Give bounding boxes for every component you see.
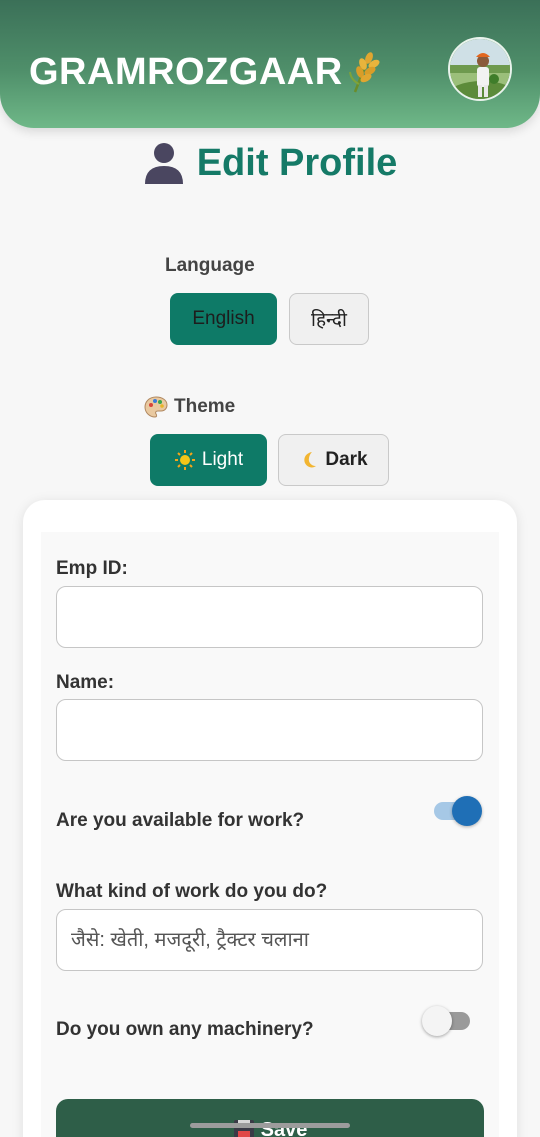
profile-avatar[interactable] bbox=[448, 37, 512, 101]
sun-icon bbox=[174, 450, 195, 470]
emp-id-label: Emp ID: bbox=[56, 558, 128, 579]
language-english-button[interactable]: English bbox=[170, 293, 277, 345]
theme-dark-button[interactable]: Dark bbox=[278, 434, 389, 486]
available-toggle-knob bbox=[452, 796, 482, 826]
name-input[interactable] bbox=[56, 699, 483, 761]
language-label-text: Language bbox=[165, 255, 255, 276]
moon-icon bbox=[304, 452, 317, 468]
language-label: Language bbox=[165, 255, 255, 277]
machinery-toggle[interactable] bbox=[422, 1002, 472, 1036]
wheat-icon bbox=[348, 52, 380, 93]
theme-light-button[interactable]: Light bbox=[150, 434, 267, 486]
work-type-label: What kind of work do you do? bbox=[56, 881, 328, 902]
app-title: GRAMROZGAAR bbox=[29, 50, 383, 94]
machinery-toggle-knob bbox=[422, 1006, 452, 1036]
app-header: GRAMROZGAAR bbox=[0, 0, 540, 128]
name-label: Name: bbox=[56, 672, 115, 693]
available-toggle[interactable] bbox=[434, 792, 482, 826]
farmer-avatar-icon bbox=[450, 39, 510, 99]
page-title: Edit Profile bbox=[0, 140, 540, 186]
save-button[interactable]: Save bbox=[56, 1099, 484, 1137]
theme-label-text: Theme bbox=[174, 396, 236, 417]
theme-dark-label: Dark bbox=[325, 449, 368, 470]
language-hindi-button[interactable]: हिन्दी bbox=[289, 293, 369, 345]
floppy-disk-icon bbox=[233, 1120, 254, 1137]
save-button-label: Save bbox=[260, 1119, 308, 1137]
available-label: Are you available for work? bbox=[56, 810, 305, 831]
emp-id-input[interactable] bbox=[56, 586, 483, 648]
user-silhouette-icon bbox=[144, 143, 183, 184]
home-indicator[interactable] bbox=[190, 1123, 350, 1128]
language-english-label: English bbox=[192, 308, 255, 329]
app-title-text: GRAMROZGAAR bbox=[29, 50, 343, 93]
palette-icon bbox=[144, 396, 168, 418]
language-hindi-label: हिन्दी bbox=[311, 309, 347, 331]
machinery-label: Do you own any machinery? bbox=[56, 1019, 314, 1040]
page-title-text: Edit Profile bbox=[196, 141, 398, 184]
work-type-input[interactable] bbox=[56, 909, 483, 971]
theme-light-label: Light bbox=[201, 449, 244, 470]
theme-label: Theme bbox=[144, 396, 235, 418]
